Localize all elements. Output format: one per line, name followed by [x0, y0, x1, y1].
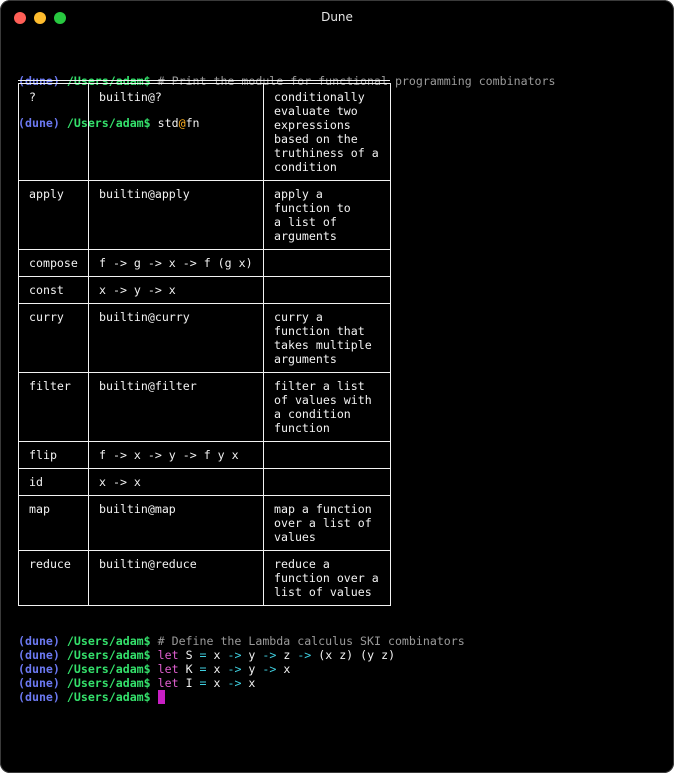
expression-token: (x z) (y z) — [318, 648, 396, 662]
window-title: Dune — [321, 10, 353, 24]
table-row: id x -> x — [18, 468, 391, 496]
table-row: ? builtin@? conditionally evaluate two exp… — [18, 83, 391, 181]
keyword-let: let — [157, 676, 179, 690]
module-entry-name: map — [18, 495, 89, 551]
prompt-path: /Users/adam$ — [66, 676, 151, 690]
module-entry-value: f -> x -> y -> f y x — [88, 441, 264, 469]
text-cursor — [157, 690, 165, 704]
expression-token: x — [213, 648, 221, 662]
table-row: curry builtin@curry curry a function that … — [18, 303, 391, 373]
binding-name: K — [185, 662, 193, 676]
equals-operator: = — [199, 662, 207, 676]
module-entry-value: builtin@reduce — [88, 550, 264, 606]
module-entry-description: conditionally evaluate two expressions b… — [263, 83, 391, 181]
keyword-let: let — [157, 662, 179, 676]
expression-token: x — [283, 662, 291, 676]
module-entry-value: builtin@curry — [88, 303, 264, 373]
table-row: filter builtin@filter filter a list of val… — [18, 372, 391, 442]
comment-text: # Define the Lambda calculus SKI combina… — [157, 634, 465, 648]
terminal-line: (dune) /Users/adam$ # Define the Lambda … — [18, 634, 465, 648]
module-entry-description — [263, 249, 391, 277]
module-entry-description: reduce a function over a list of values — [263, 550, 391, 606]
module-entry-name: filter — [18, 372, 89, 442]
expression-token: x — [248, 676, 256, 690]
expression-token: x — [213, 662, 221, 676]
terminal-line: (dune) /Users/adam$ let I = x -> x — [18, 676, 465, 690]
prompt-env: (dune) — [18, 690, 60, 704]
arrow-operator: -> — [227, 676, 242, 690]
module-entry-name: compose — [18, 249, 89, 277]
table-row: flip f -> x -> y -> f y x — [18, 441, 391, 469]
prompt-env: (dune) — [18, 662, 60, 676]
arrow-operator: -> — [262, 662, 277, 676]
expression-token: y — [248, 648, 256, 662]
prompt-path: /Users/adam$ — [66, 662, 151, 676]
module-entry-description — [263, 276, 391, 304]
equals-operator: = — [199, 676, 207, 690]
expression-token: z — [283, 648, 291, 662]
module-entry-value: x -> y -> x — [88, 276, 264, 304]
module-entry-value: x -> x — [88, 468, 264, 496]
binding-name: S — [185, 648, 193, 662]
module-entry-name: flip — [18, 441, 89, 469]
module-table-wrapper: ? builtin@? conditionally evaluate two exp… — [18, 80, 391, 606]
terminal-window: Dune (dune) /Users/adam$ # Print the mod… — [0, 0, 674, 773]
module-entry-description: filter a list of values with a condition… — [263, 372, 391, 442]
prompt-path: /Users/adam$ — [66, 634, 151, 648]
module-entry-value: builtin@apply — [88, 180, 264, 250]
table-row: reduce builtin@reduce reduce a function ov… — [18, 550, 391, 606]
terminal-output-bottom: (dune) /Users/adam$ # Define the Lambda … — [18, 634, 465, 704]
expression-token: x — [213, 676, 221, 690]
table-row: apply builtin@apply apply a function to a … — [18, 180, 391, 250]
prompt-path: /Users/adam$ — [66, 648, 151, 662]
module-entry-name: apply — [18, 180, 89, 250]
module-entry-name: reduce — [18, 550, 89, 606]
module-entry-value: builtin@filter — [88, 372, 264, 442]
module-entry-value: builtin@map — [88, 495, 264, 551]
module-entry-description: map a function over a list of values — [263, 495, 391, 551]
module-entry-description — [263, 468, 391, 496]
terminal-line: (dune) /Users/adam$ — [18, 690, 465, 704]
arrow-operator: -> — [227, 662, 242, 676]
prompt-env: (dune) — [18, 634, 60, 648]
module-entry-value: builtin@? — [88, 83, 264, 181]
expression-token: y — [248, 662, 256, 676]
keyword-let: let — [157, 648, 179, 662]
terminal-line: (dune) /Users/adam$ let K = x -> y -> x — [18, 662, 465, 676]
module-entry-description: apply a function to a list of arguments — [263, 180, 391, 250]
module-table: ? builtin@? conditionally evaluate two exp… — [18, 83, 391, 606]
module-entry-value: f -> g -> x -> f (g x) — [88, 249, 264, 277]
table-row: map builtin@map map a function over a list… — [18, 495, 391, 551]
module-entry-description — [263, 441, 391, 469]
table-row: compose f -> g -> x -> f (g x) — [18, 249, 391, 277]
module-entry-name: ? — [18, 83, 89, 181]
binding-name: I — [185, 676, 193, 690]
module-entry-name: const — [18, 276, 89, 304]
prompt-env: (dune) — [18, 676, 60, 690]
module-entry-description: curry a function that takes multiple arg… — [263, 303, 391, 373]
table-row: const x -> y -> x — [18, 276, 391, 304]
arrow-operator: -> — [262, 648, 277, 662]
terminal-line: (dune) /Users/adam$ let S = x -> y -> z … — [18, 648, 465, 662]
title-bar: Dune — [0, 0, 674, 36]
prompt-env: (dune) — [18, 648, 60, 662]
prompt-path: /Users/adam$ — [66, 690, 151, 704]
arrow-operator: -> — [227, 648, 242, 662]
equals-operator: = — [199, 648, 207, 662]
module-entry-name: curry — [18, 303, 89, 373]
module-entry-name: id — [18, 468, 89, 496]
arrow-operator: -> — [297, 648, 312, 662]
